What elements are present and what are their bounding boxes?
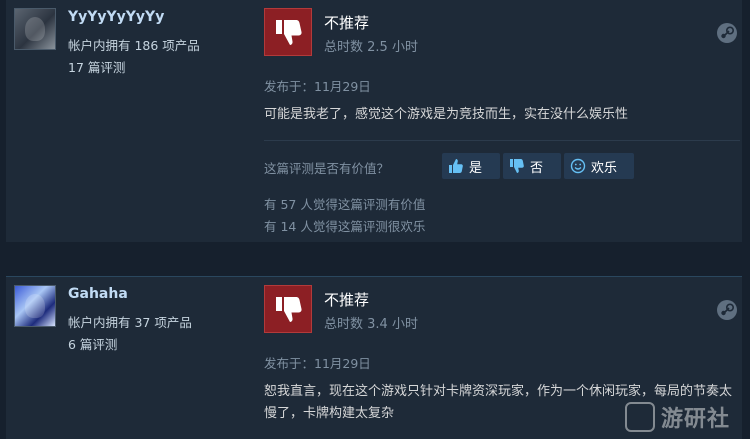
funny-count: 有 14 人觉得这篇评测很欢乐	[264, 219, 426, 234]
helpful-count: 有 57 人觉得这篇评测有价值	[264, 197, 426, 212]
review-card: Gahaha 帐户内拥有 37 项产品 6 篇评测 不推荐 总时数 3.4 小时…	[6, 276, 742, 439]
steam-icon	[717, 23, 737, 43]
products-owned[interactable]: 帐户内拥有 186 项产品	[68, 35, 200, 54]
review-text: 可能是我老了，感觉这个游戏是为竞技而生，实在没什么娱乐性	[264, 107, 629, 122]
thumbs-up-icon	[449, 159, 463, 173]
vote-no-button[interactable]: 否	[503, 153, 561, 179]
posted-date: 发布于：11月29日	[264, 79, 371, 94]
review-count[interactable]: 17 篇评测	[68, 57, 125, 76]
review-verdict[interactable]: 不推荐	[324, 289, 369, 310]
watermark: 游研社	[624, 401, 730, 433]
helpful-question: 这篇评测是否有价值？	[264, 161, 390, 176]
vote-no-label: 否	[530, 160, 544, 176]
avatar[interactable]	[14, 285, 56, 327]
thumbs-down-icon	[264, 285, 312, 333]
thumbs-down-icon	[264, 8, 312, 56]
thumbs-down-icon	[510, 159, 524, 173]
posted-date: 发布于：11月29日	[264, 356, 371, 371]
steam-icon	[717, 300, 737, 320]
vote-funny-label: 欢乐	[591, 160, 618, 176]
playtime: 总时数 3.4 小时	[324, 317, 418, 332]
review-card: YyYyYyYyYy 帐户内拥有 186 项产品 17 篇评测 不推荐 总时数 …	[6, 0, 742, 242]
watermark-logo-icon	[624, 402, 655, 432]
smiley-icon	[570, 158, 586, 174]
products-owned[interactable]: 帐户内拥有 37 项产品	[68, 312, 192, 331]
avatar[interactable]	[14, 8, 56, 50]
review-count[interactable]: 6 篇评测	[68, 334, 117, 353]
vote-yes-label: 是	[469, 160, 483, 176]
reviewer-name[interactable]: Gahaha	[68, 286, 128, 302]
playtime: 总时数 2.5 小时	[324, 40, 418, 55]
review-verdict[interactable]: 不推荐	[324, 12, 369, 33]
divider	[264, 140, 740, 141]
vote-yes-button[interactable]: 是	[442, 153, 500, 179]
vote-funny-button[interactable]: 欢乐	[564, 153, 634, 179]
reviewer-name[interactable]: YyYyYyYyYy	[68, 9, 164, 25]
watermark-text: 游研社	[660, 407, 730, 432]
